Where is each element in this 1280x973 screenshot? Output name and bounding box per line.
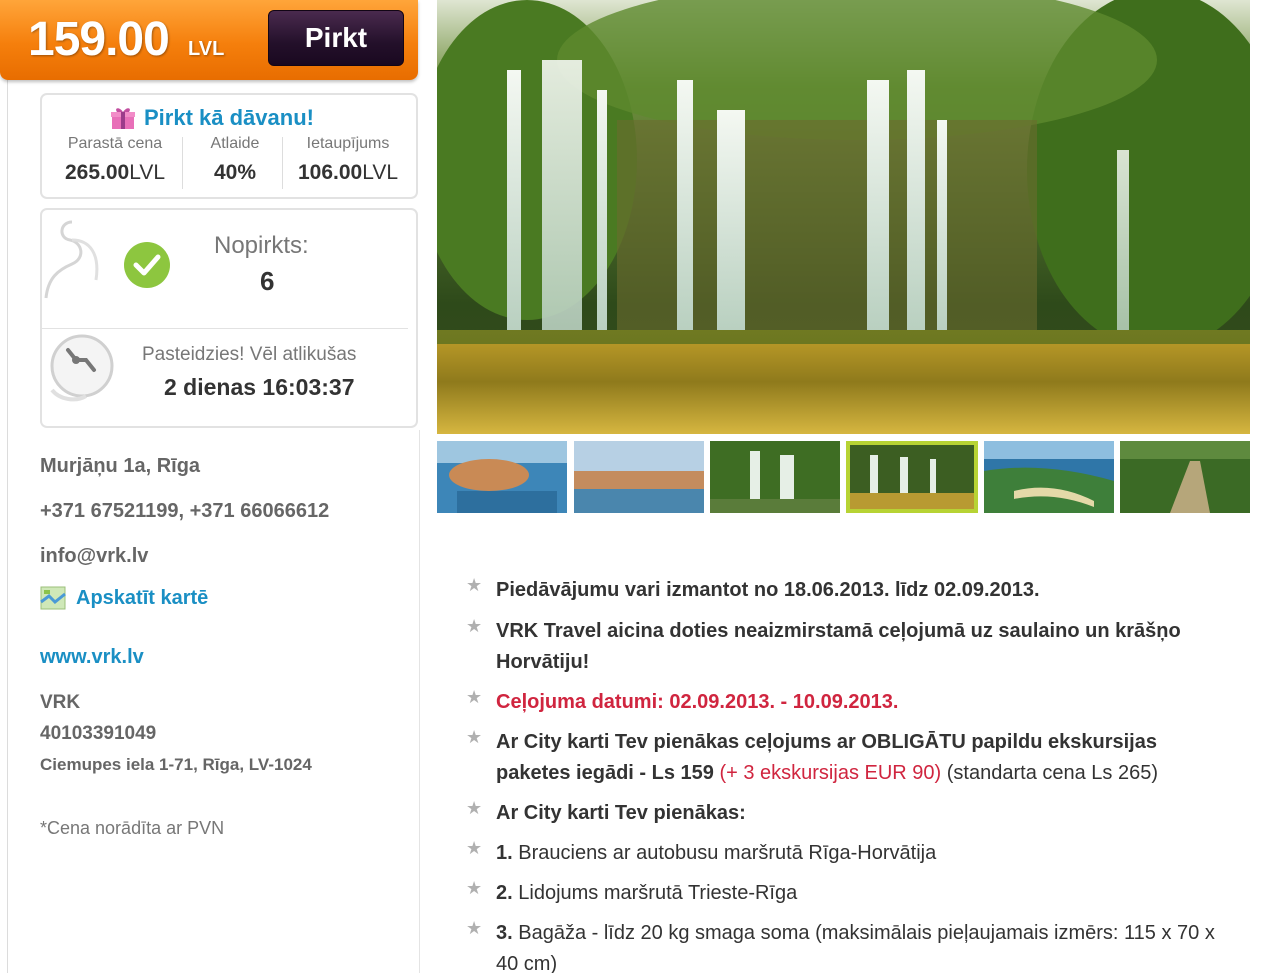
thumbnail-5[interactable] (984, 441, 1114, 513)
list-item: ★ Ar City karti Tev pienākas: (462, 798, 1242, 829)
gift-link-label: Pirkt kā dāvanu! (144, 105, 314, 130)
list-item: ★ 1. Brauciens ar autobusu maršrutā Rīga… (462, 838, 1242, 869)
waterfall-photo (437, 0, 1250, 434)
thumbnail-image (984, 441, 1114, 513)
thumbnail-3[interactable] (710, 441, 840, 513)
email[interactable]: info@vrk.lv (40, 545, 148, 568)
included-item-1: 1. Brauciens ar autobusu maršrutā Rīga-H… (496, 842, 937, 864)
thumbnail-image (574, 441, 704, 513)
gift-panel: Pirkt kā dāvanu! Parastā cena 265.00LVL … (40, 93, 418, 199)
sidebar-divider (7, 80, 8, 973)
stat-regular-price: Parastā cena 265.00LVL (54, 135, 176, 185)
registration-number: 40103391049 (40, 723, 157, 744)
star-bullet-icon: ★ (466, 838, 483, 858)
thumbnail-1[interactable] (437, 441, 567, 513)
list-item: ★ 2. Lidojums maršrutā Trieste-Rīga (462, 878, 1242, 909)
stat-label: Parastā cena (67, 135, 163, 152)
included-item-2: 2. Lidojums maršrutā Trieste-Rīga (496, 882, 798, 904)
phone-numbers: +371 67521199, +371 66066612 (40, 500, 330, 522)
stat-discount: Atlaide 40% (188, 135, 282, 185)
view-map-link[interactable]: Apskatīt kartē (40, 586, 208, 610)
star-bullet-icon: ★ (466, 575, 483, 595)
status-divider (42, 328, 408, 329)
list-item: ★ Ar City karti Tev pienākas ceļojums ar… (462, 727, 1242, 789)
star-bullet-icon: ★ (466, 687, 483, 707)
price-bar: 159.00 LVL Pirkt (0, 0, 418, 80)
thumbnail-image (850, 445, 974, 509)
star-bullet-icon: ★ (466, 616, 483, 636)
view-map-label: Apskatīt kartē (76, 586, 209, 609)
offer-sidebar: 159.00 LVL Pirkt Pirkt kā dāvanu! Parast… (0, 0, 420, 973)
stat-value: 40% (213, 161, 257, 184)
list-item: ★ Ceļojuma datumi: 02.09.2013. - 10.09.2… (462, 687, 1242, 718)
company-name: VRK (40, 692, 81, 713)
website-link[interactable]: www.vrk.lv (40, 646, 144, 669)
list-item: ★ VRK Travel aicina doties neaizmirstamā… (462, 616, 1242, 678)
star-bullet-icon: ★ (466, 798, 483, 818)
star-bullet-icon: ★ (466, 727, 483, 747)
stat-value: 106.00LVL (297, 161, 399, 184)
included-item-3: 3. Bagāža - līdz 20 kg smaga soma (maksi… (496, 922, 1215, 973)
thumbnail-2[interactable] (574, 441, 704, 513)
city-card-offer-text: Ar City karti Tev pienākas ceļojums ar O… (496, 731, 1159, 784)
address: Murjāņu 1a, Rīga (40, 455, 201, 477)
main-photo (437, 0, 1250, 434)
thumbnail-6[interactable] (1120, 441, 1250, 513)
stat-separator (282, 137, 283, 189)
city-card-heading: Ar City karti Tev pienākas: (496, 802, 746, 824)
gift-link[interactable]: Pirkt kā dāvanu! (110, 105, 314, 131)
countdown-timer: 2 dienas 16:03:37 (164, 374, 355, 400)
status-panel: Nopirkts: 6 Pasteidzies! Vēl atlikušas 2… (40, 208, 418, 428)
thumbnail-strip (437, 441, 1250, 513)
buy-button[interactable]: Pirkt (268, 10, 404, 66)
swirl-decoration-icon (44, 220, 99, 299)
stat-separator (182, 137, 183, 189)
trip-dates-text: Ceļojuma datumi: 02.09.2013. - 10.09.201… (496, 691, 899, 713)
intro-text: VRK Travel aicina doties neaizmirstamā c… (496, 620, 1181, 673)
validity-text: Piedāvājumu vari izmantot no 18.06.2013.… (496, 579, 1040, 601)
stat-label: Ietaupījums (306, 135, 390, 152)
sidebar-divider-right (419, 430, 420, 973)
price-value: 159.00 (28, 13, 170, 66)
bought-count: 6 (260, 266, 275, 296)
list-item: ★ 3. Bagāža - līdz 20 kg smaga soma (mak… (462, 918, 1242, 973)
map-icon (40, 586, 66, 610)
thumbnail-image (710, 441, 840, 513)
thumbnail-4-active[interactable] (846, 441, 978, 513)
check-icon (124, 242, 170, 288)
star-bullet-icon: ★ (466, 918, 483, 938)
time-left-label: Pasteidzies! Vēl atlikušas (142, 344, 357, 365)
bought-label: Nopirkts: (214, 232, 309, 259)
vat-note: *Cena norādīta ar PVN (40, 818, 225, 838)
star-bullet-icon: ★ (466, 878, 483, 898)
thumbnail-image (437, 441, 567, 513)
thumbnail-image (1120, 441, 1250, 513)
list-item: ★ Piedāvājumu vari izmantot no 18.06.201… (462, 575, 1242, 606)
price-currency: LVL (188, 38, 225, 60)
stat-label: Atlaide (210, 135, 260, 152)
stat-savings: Ietaupījums 106.00LVL (286, 135, 410, 185)
stopwatch-icon (50, 334, 114, 402)
legal-address: Ciemupes iela 1-71, Rīga, LV-1024 (40, 755, 312, 774)
gift-icon (111, 108, 135, 129)
stat-value: 265.00LVL (64, 161, 166, 184)
